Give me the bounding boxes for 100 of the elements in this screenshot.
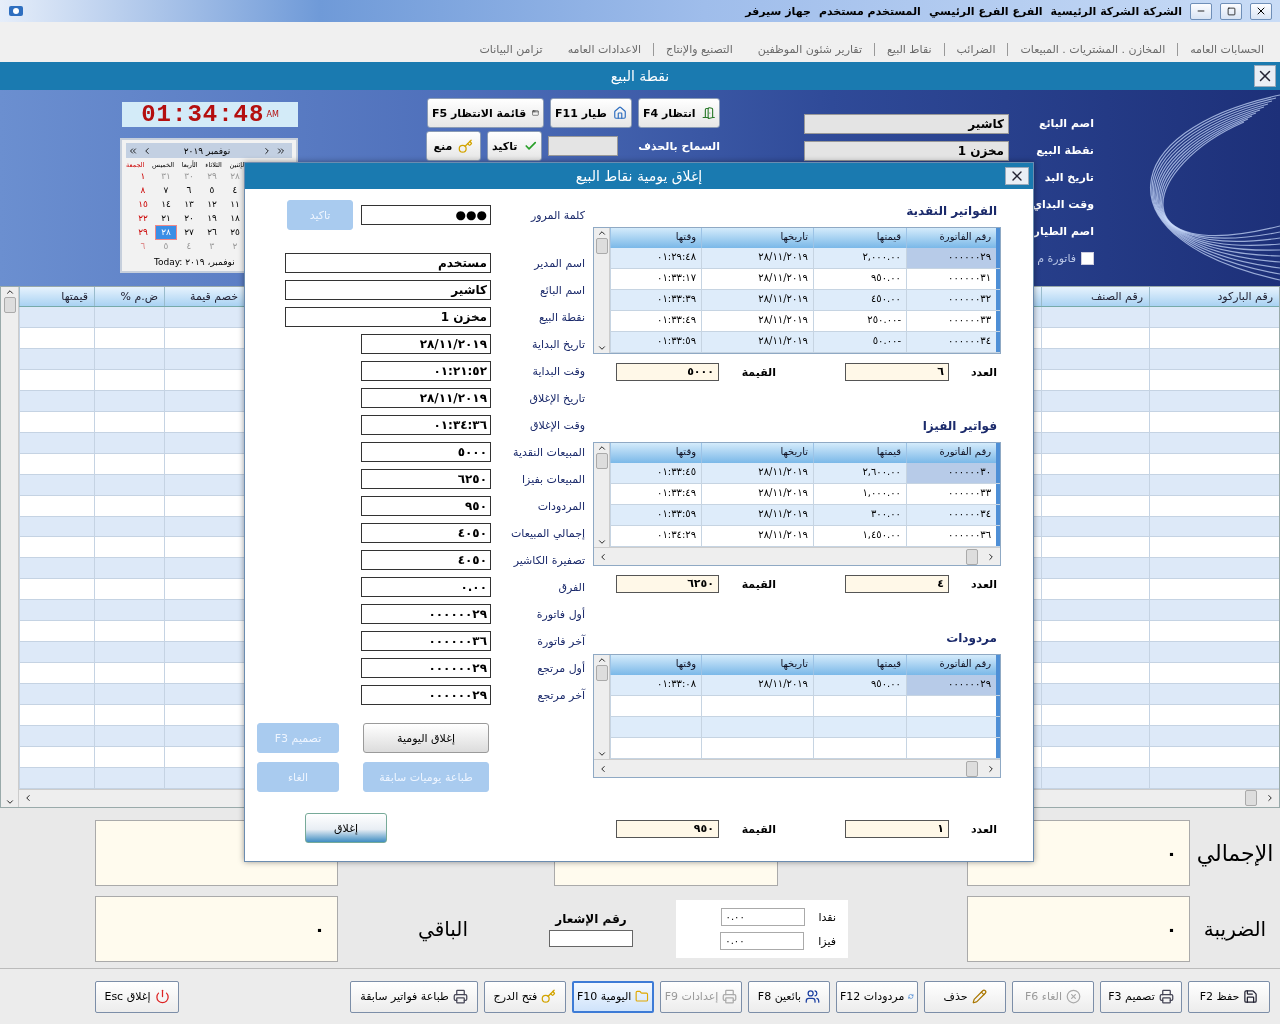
calendar-day[interactable]: ١٣ (179, 198, 199, 211)
scroll-down-icon[interactable] (596, 343, 607, 353)
toolbar-button[interactable]: تصميم F3 (1100, 980, 1182, 1013)
close-button[interactable]: إغلاق Esc (95, 980, 179, 1013)
calendar-day[interactable]: ١٩ (202, 212, 222, 225)
toolbar-button[interactable]: اليومية F10 (572, 980, 654, 1013)
scroll-up-icon[interactable] (596, 655, 607, 665)
calendar-day[interactable]: ٦ (179, 184, 199, 197)
toolbar-button[interactable]: حذف (924, 980, 1006, 1013)
scroll-left-icon[interactable] (598, 763, 608, 774)
input-field[interactable]: ٠١:٣٤:٣٦ (361, 415, 491, 435)
calendar-day[interactable]: ٤ (225, 184, 245, 197)
input-field[interactable]: مخزن 1 (804, 140, 1009, 161)
action-button[interactable]: إغلاق اليومية (363, 723, 489, 753)
scrollbar[interactable] (594, 759, 1000, 777)
column-header[interactable]: ض.م % (94, 287, 164, 306)
checkbox[interactable] (1081, 252, 1094, 265)
close-button[interactable] (1254, 65, 1276, 87)
input-field[interactable] (548, 136, 618, 156)
scroll-thumb[interactable] (595, 453, 608, 469)
menu-item[interactable]: الاعدادات العامه (554, 43, 654, 56)
scroll-thumb[interactable] (966, 548, 978, 565)
confirm-button[interactable]: تاكيد (487, 131, 542, 161)
input-field[interactable]: ٠٠٠٠٠٠٢٩ (361, 685, 491, 705)
scrollbar[interactable] (594, 228, 610, 353)
input-field[interactable]: ٩٥٠ (361, 496, 491, 516)
scroll-down-icon[interactable] (4, 797, 15, 807)
calendar-day[interactable]: ٢٧ (179, 226, 199, 239)
next-year-icon[interactable] (276, 145, 286, 156)
calendar-day[interactable]: ٢٠ (179, 212, 199, 225)
menu-item[interactable]: نقاط البيع (873, 43, 944, 56)
input-field[interactable]: ٢٨/١١/٢٠١٩ (361, 388, 491, 408)
next-month-icon[interactable] (262, 145, 272, 156)
calendar-day[interactable]: ١٢ (202, 198, 222, 211)
scroll-thumb[interactable] (966, 760, 978, 777)
calendar-day[interactable]: ٧ (156, 184, 176, 197)
toolbar-button[interactable]: طباعة فواتير سابقة (350, 980, 478, 1013)
scroll-thumb[interactable] (595, 665, 608, 681)
calendar-day[interactable]: ١ (133, 170, 153, 183)
scroll-up-icon[interactable] (596, 443, 607, 453)
deny-button[interactable]: منع (426, 131, 481, 161)
calendar-day[interactable]: ٢١ (156, 212, 176, 225)
input-field[interactable]: ٤٠٥٠ (361, 523, 491, 543)
input-field[interactable]: كاشير (804, 113, 1009, 134)
scroll-right-icon[interactable] (986, 551, 996, 562)
scroll-down-icon[interactable] (596, 749, 607, 759)
scroll-down-icon[interactable] (596, 537, 607, 547)
scroll-left-icon[interactable] (598, 551, 608, 562)
calendar-day[interactable]: ٢٥ (225, 226, 245, 239)
minimize-button[interactable] (1190, 2, 1212, 20)
input-field[interactable]: ٠.٠٠ (720, 908, 805, 926)
column-header[interactable]: رقم الباركود (1149, 287, 1279, 306)
menu-item[interactable]: تقارير شئون الموظفين (744, 43, 874, 56)
input-field[interactable]: ٦٢٥٠ (361, 469, 491, 489)
column-header[interactable]: رقم الصنف (1041, 287, 1149, 306)
scrollbar[interactable] (1, 287, 19, 807)
close-button[interactable] (1005, 167, 1029, 185)
input-field[interactable]: كاشير (285, 280, 491, 300)
toolbar-button[interactable]: مردودات F12 (836, 980, 918, 1013)
menu-item[interactable]: المخازن . المشتريات . المبيعات (1007, 43, 1178, 56)
restore-button[interactable] (1220, 2, 1242, 20)
scrollbar[interactable] (594, 443, 610, 547)
input-field[interactable] (549, 929, 633, 947)
scroll-left-icon[interactable] (23, 793, 33, 804)
previous-year-icon[interactable] (128, 145, 138, 156)
input-field[interactable]: مخزن 1 (285, 307, 491, 327)
calendar-day[interactable]: ٢٦ (202, 226, 222, 239)
close-button[interactable]: إغلاق (305, 813, 387, 843)
calendar-day[interactable]: ٨ (133, 184, 153, 197)
input-field[interactable]: ٠١:٢١:٥٢ (361, 361, 491, 381)
input-field[interactable]: ٤٠٥٠ (361, 550, 491, 570)
close-button[interactable] (1250, 2, 1272, 20)
toolbar-button[interactable]: بائعين F8 (748, 980, 830, 1013)
menu-item[interactable]: الحسابات العامه (1177, 43, 1276, 56)
scroll-right-icon[interactable] (986, 763, 996, 774)
scroll-thumb[interactable] (3, 297, 16, 313)
calendar-day[interactable]: ١٨ (225, 212, 245, 225)
menu-item[interactable]: التصنيع والإنتاج (653, 43, 745, 56)
input-field[interactable]: ٠٠٠٠٠٠٣٦ (361, 631, 491, 651)
menu-item[interactable]: الضرائب (943, 43, 1008, 56)
calendar-day[interactable]: ١١ (225, 198, 245, 211)
scroll-up-icon[interactable] (596, 228, 607, 238)
scroll-up-icon[interactable] (4, 287, 15, 297)
toolbar-button[interactable]: حفظ F2 (1188, 980, 1270, 1013)
calendar-day[interactable]: ٥ (202, 184, 222, 197)
scroll-thumb[interactable] (1245, 790, 1257, 807)
calendar-day[interactable]: ٢٩ (133, 226, 153, 239)
menu-item[interactable]: تزامن البيانات (466, 43, 555, 56)
input-field[interactable]: ٠٠٠٠٠٠٢٩ (361, 604, 491, 624)
scroll-right-icon[interactable] (1265, 793, 1275, 804)
previous-month-icon[interactable] (142, 145, 152, 156)
toolbar-button[interactable]: انتظار F4 (638, 98, 720, 128)
calendar-day[interactable]: ١٤ (156, 198, 176, 211)
input-field[interactable]: ٥٠٠٠ (361, 442, 491, 462)
input-field[interactable]: مستخدم (285, 253, 491, 273)
input-field[interactable]: ٠.٠٠ (361, 577, 491, 597)
scrollbar[interactable] (594, 655, 610, 759)
password-field[interactable]: ●●● (361, 205, 491, 225)
input-field[interactable]: ٢٨/١١/٢٠١٩ (361, 334, 491, 354)
input-field[interactable]: ٠.٠٠ (720, 932, 805, 950)
